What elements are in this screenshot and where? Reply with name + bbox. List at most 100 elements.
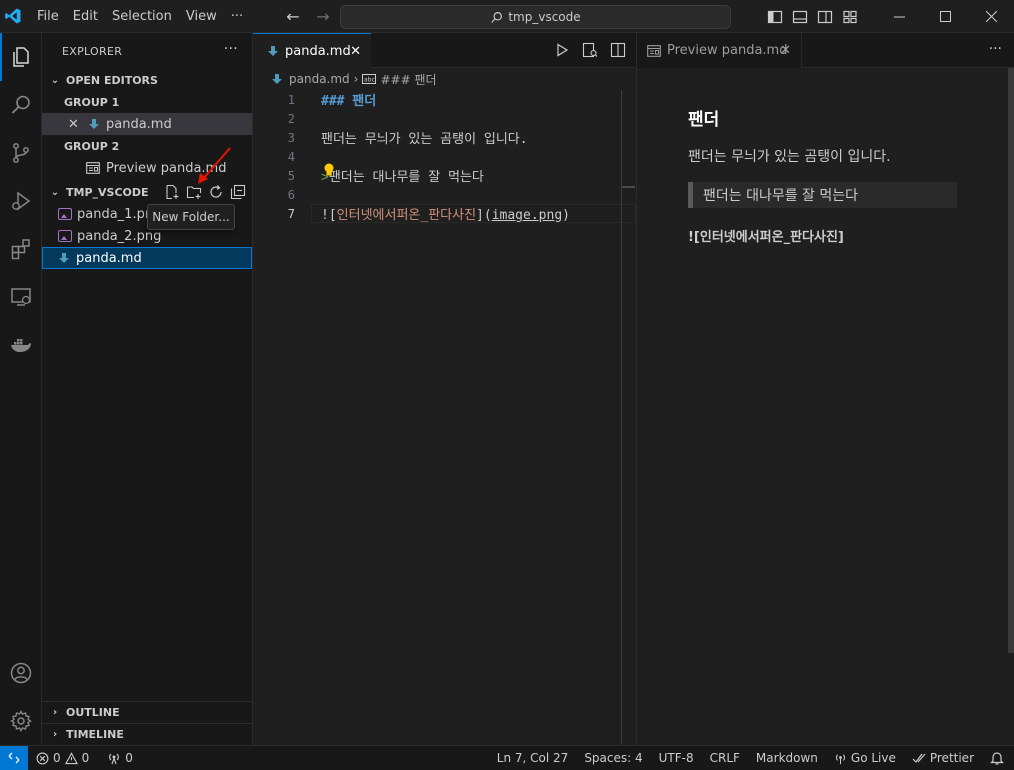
nav-buttons: ← → [283, 7, 333, 26]
window-controls [767, 0, 1014, 33]
collapse-all-button[interactable] [230, 184, 246, 200]
menu-edit[interactable]: Edit [66, 0, 105, 33]
timeline-section[interactable]: › TIMELINE [42, 723, 252, 745]
run-debug-activity[interactable] [0, 177, 42, 225]
encoding[interactable]: UTF-8 [659, 751, 694, 765]
new-folder-button[interactable] [186, 184, 202, 200]
gear-icon [10, 710, 32, 732]
preview-blockquote: 팬더는 대나무를 잘 먹는다 [688, 182, 957, 208]
status-bar: 0 0 0 Ln 7, Col 27 Spaces: 4 UTF-8 CRLF … [0, 745, 1014, 770]
svg-text:abc: abc [364, 77, 375, 84]
remote-indicator[interactable] [0, 745, 28, 770]
back-arrow-icon[interactable]: ← [283, 7, 303, 26]
tab-panda-md[interactable]: panda.md ✕ [253, 33, 371, 68]
end-of-line[interactable]: CRLF [710, 751, 740, 765]
preview-broken-image: ![인터넷에서퍼온_판다사진] [688, 230, 844, 245]
open-preview-side-icon[interactable] [582, 42, 598, 58]
outline-section[interactable]: › OUTLINE [42, 701, 252, 723]
toggle-primary-sidebar-icon[interactable] [767, 9, 783, 25]
toggle-panel-icon[interactable] [792, 9, 808, 25]
markdown-icon [272, 74, 282, 84]
close-editor-icon[interactable]: ✕ [68, 117, 80, 132]
collapse-all-icon [230, 184, 246, 200]
code-line: 1 ### 팬더 [253, 90, 636, 110]
maximize-button[interactable] [922, 0, 968, 33]
close-window-button[interactable] [968, 0, 1014, 33]
broadcast-icon [109, 753, 120, 765]
breadcrumb-file[interactable]: panda.md [289, 72, 350, 86]
explorer-more-button[interactable]: ··· [224, 41, 238, 57]
menu-file[interactable]: File [30, 0, 66, 33]
broadcast-icon [835, 753, 845, 764]
tab-preview-panda-md[interactable]: Preview panda.md ✕ [637, 33, 802, 68]
preview-content: 팬더 팬더는 무늬가 있는 곰탱이 입니다. 팬더는 대나무를 잘 먹는다 ![… [688, 105, 958, 245]
open-editor-panda-md[interactable]: ✕ panda.md [42, 113, 252, 135]
docker-activity[interactable] [0, 321, 42, 369]
search-activity[interactable] [0, 81, 42, 129]
customize-layout-icon[interactable] [842, 9, 858, 25]
file-panda-md[interactable]: panda.md [42, 247, 252, 269]
preview-scrollbar[interactable] [1008, 68, 1014, 653]
maximize-icon [939, 11, 951, 22]
image-url[interactable]: image.png [492, 208, 562, 223]
accounts-activity[interactable] [0, 649, 42, 697]
run-icon[interactable] [554, 42, 570, 58]
explorer-activity[interactable] [0, 33, 42, 81]
menu-selection[interactable]: Selection [105, 0, 179, 33]
bell-icon[interactable] [990, 751, 1004, 765]
menu-bar: File Edit Selection View ··· [30, 0, 250, 33]
indentation[interactable]: Spaces: 4 [584, 751, 642, 765]
close-tab-icon[interactable]: ✕ [350, 44, 361, 59]
menu-more[interactable]: ··· [224, 0, 250, 33]
warning-icon [64, 751, 78, 764]
ports-indicator[interactable]: 0 [107, 751, 133, 765]
preview-more-button[interactable]: ··· [989, 41, 1002, 57]
close-tab-icon[interactable]: ✕ [780, 43, 791, 58]
image-file-icon [58, 230, 72, 242]
code-line: 2 [253, 109, 636, 128]
quote-text: 팬더는 대나무를 잘 먹는다 [328, 170, 484, 185]
open-editors-section[interactable]: ⌄ OPEN EDITORS [42, 69, 252, 91]
menu-view[interactable]: View [179, 0, 224, 33]
editor-ruler [621, 90, 622, 745]
status-left: 0 0 0 [36, 751, 133, 765]
go-live-button[interactable]: Go Live [834, 751, 896, 765]
lightbulb-icon[interactable] [323, 163, 335, 177]
minimize-button[interactable] [876, 0, 922, 33]
language-mode[interactable]: Markdown [756, 751, 818, 765]
source-control-activity[interactable] [0, 129, 42, 177]
image-close: ) [562, 208, 570, 223]
chevron-right-icon: › [52, 729, 58, 740]
new-file-icon [166, 184, 179, 200]
manage-activity[interactable] [0, 697, 42, 745]
line-number: 1 [287, 92, 295, 107]
forward-arrow-icon[interactable]: → [313, 7, 333, 26]
file-label: panda_2.png [77, 228, 162, 244]
code-editor[interactable]: 1 ### 팬더 2 3 팬더는 무늬가 있는 곰탱이 입니다. 4 5 >팬더… [253, 90, 636, 223]
prettier-button[interactable]: Prettier [912, 751, 974, 765]
breadcrumb-symbol[interactable]: ### 팬더 [380, 71, 436, 88]
explorer-sidebar: EXPLORER ··· ⌄ OPEN EDITORS GROUP 1 ✕ pa… [42, 33, 253, 745]
preview-tab-label: Preview panda.md [667, 43, 788, 58]
extensions-activity[interactable] [0, 225, 42, 273]
refresh-button[interactable] [208, 184, 224, 200]
double-check-icon [912, 753, 926, 763]
remote-explorer-activity[interactable] [0, 273, 42, 321]
line-number: 3 [287, 130, 295, 145]
warning-count: 0 [81, 751, 90, 765]
split-editor-icon[interactable] [610, 42, 626, 58]
activity-bar-bottom [0, 649, 42, 745]
annotation-arrow-icon [198, 147, 231, 184]
toggle-secondary-sidebar-icon[interactable] [817, 9, 833, 25]
remote-icon [8, 752, 20, 764]
open-editor-label: panda.md [106, 116, 172, 132]
folder-title: TMP_VSCODE [66, 185, 149, 199]
image-open: ![ [321, 208, 337, 223]
new-file-button[interactable] [164, 184, 180, 200]
prettier-label: Prettier [929, 751, 974, 765]
editor-tabs: panda.md ✕ [253, 33, 636, 68]
cursor-position[interactable]: Ln 7, Col 27 [497, 751, 569, 765]
problems-indicator[interactable]: 0 0 [36, 751, 89, 765]
command-center-search[interactable]: tmp_vscode [340, 5, 731, 29]
editor-actions [554, 42, 626, 58]
